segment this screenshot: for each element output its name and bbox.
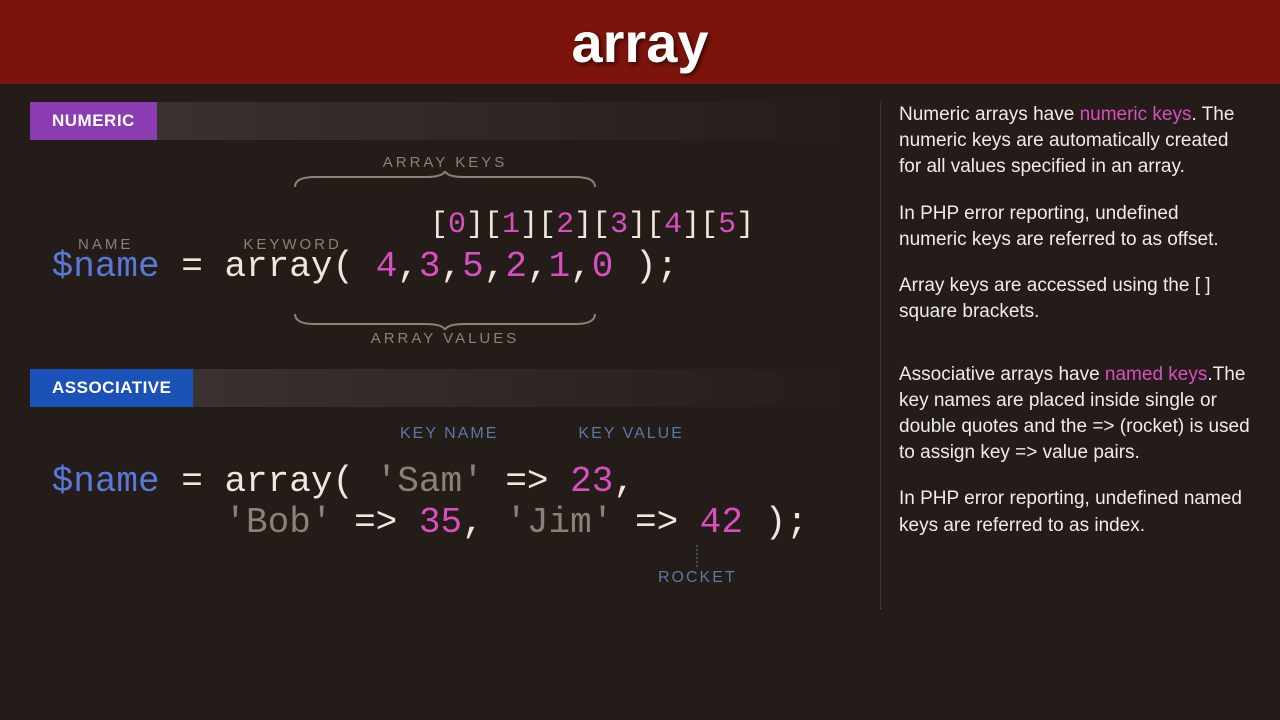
assoc-code-block: KEY NAME KEY VALUE $name = array( 'Sam' … — [30, 421, 860, 587]
brace-bottom-icon — [285, 312, 605, 330]
sidebar-text: Numeric arrays have numeric keys. The nu… — [880, 102, 1250, 609]
key-name-label: KEY NAME — [400, 425, 498, 443]
page-title: array — [571, 10, 708, 75]
numeric-code-block: ARRAY KEYS NAME KEYWORD [0][1][2][3][4][… — [30, 154, 860, 347]
brace-top-icon — [285, 171, 605, 189]
left-column: NUMERIC ARRAY KEYS NAME KEYWORD [0][1][2… — [30, 102, 860, 609]
rocket-line-icon — [696, 545, 698, 567]
title-bar: array — [0, 0, 1280, 84]
assoc-code-line1: $name = array( 'Sam' => 23, — [30, 461, 860, 502]
rocket-label: ROCKET — [658, 569, 737, 586]
keyword-label: KEYWORD — [243, 236, 342, 253]
array-keys-label: ARRAY KEYS — [30, 154, 860, 171]
tab-fade — [157, 102, 860, 140]
assoc-tab: ASSOCIATIVE — [30, 369, 193, 407]
sidebar-p2: In PHP error reporting, undefined numeri… — [899, 201, 1250, 253]
associative-section: ASSOCIATIVE KEY NAME KEY VALUE $name = a… — [30, 369, 860, 587]
name-label: NAME — [78, 236, 133, 253]
numeric-tab-row: NUMERIC — [30, 102, 860, 140]
tab-fade — [193, 369, 860, 407]
assoc-code-line2: 'Bob' => 35, 'Jim' => 42 ); — [30, 502, 860, 543]
array-values-label: ARRAY VALUES — [30, 330, 860, 347]
sidebar-p4: Associative arrays have named keys.The k… — [899, 362, 1250, 467]
numeric-keys-row: [0][1][2][3][4][5] — [430, 208, 860, 242]
sidebar-p1: Numeric arrays have numeric keys. The nu… — [899, 102, 1250, 181]
sidebar-p5: In PHP error reporting, undefined named … — [899, 486, 1250, 538]
numeric-inline-labels: NAME KEYWORD — [30, 236, 342, 253]
assoc-tab-row: ASSOCIATIVE — [30, 369, 860, 407]
numeric-section: NUMERIC ARRAY KEYS NAME KEYWORD [0][1][2… — [30, 102, 860, 347]
sidebar-p3: Array keys are accessed using the [ ] sq… — [899, 273, 1250, 325]
numeric-tab: NUMERIC — [30, 102, 157, 140]
content-area: NUMERIC ARRAY KEYS NAME KEYWORD [0][1][2… — [0, 84, 1280, 609]
key-value-label: KEY VALUE — [578, 425, 683, 443]
